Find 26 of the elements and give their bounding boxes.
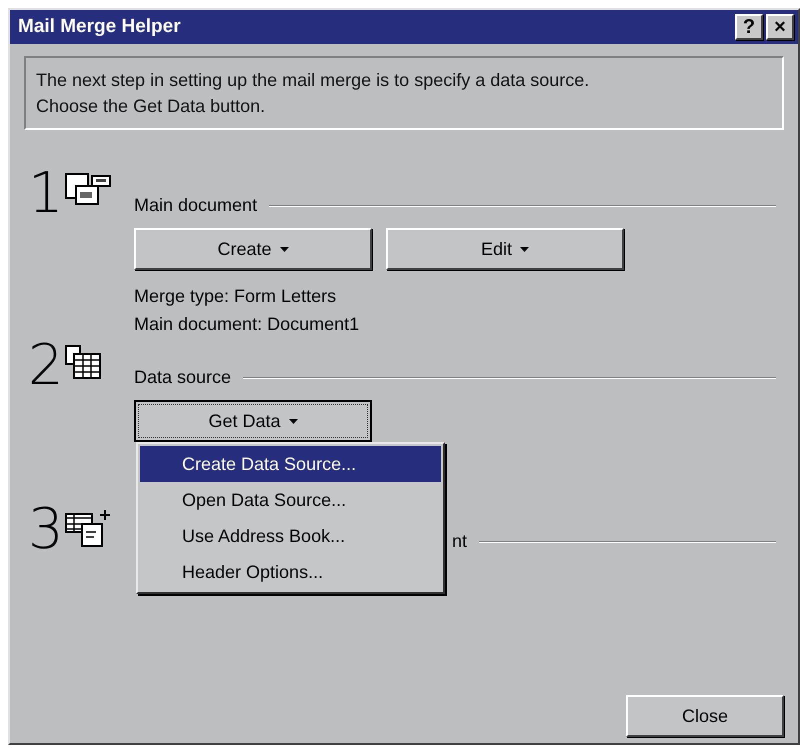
caret-icon: [288, 418, 298, 424]
section-label: Data source: [134, 366, 232, 389]
menu-item[interactable]: Header Options...: [140, 554, 441, 590]
step-number: 1: [27, 166, 64, 222]
detail-text: Main document: Document1: [134, 313, 360, 336]
table-icon: [64, 344, 104, 380]
step-number: 3: [27, 502, 64, 558]
instruction-text: The next step in setting up the mail merge is to specify a data source. Choose the Get Data button.: [24, 56, 784, 130]
caret-icon: [280, 246, 289, 252]
documents-icon: [64, 172, 112, 208]
dropdown-button[interactable]: Edit: [386, 228, 624, 270]
caret-icon: [520, 246, 530, 252]
menu-item[interactable]: Open Data Source...: [140, 482, 441, 518]
close-dialog-button[interactable]: Close: [626, 695, 784, 737]
help-button[interactable]: ?: [735, 14, 763, 40]
menu-item[interactable]: Use Address Book...: [140, 518, 441, 554]
menu-item[interactable]: Create Data Source...: [140, 446, 441, 482]
merge-table-icon: [64, 508, 112, 548]
close-button[interactable]: ×: [766, 14, 794, 40]
dropdown-button[interactable]: Get Data: [134, 400, 372, 442]
window-title: Mail Merge Helper: [17, 14, 181, 39]
section-label: Main document: [134, 194, 258, 217]
detail-text: Merge type: Form Letters: [134, 285, 338, 308]
step-number: 2: [27, 338, 64, 394]
section-label: nt: [452, 530, 468, 553]
dropdown-button[interactable]: Create: [134, 228, 372, 270]
